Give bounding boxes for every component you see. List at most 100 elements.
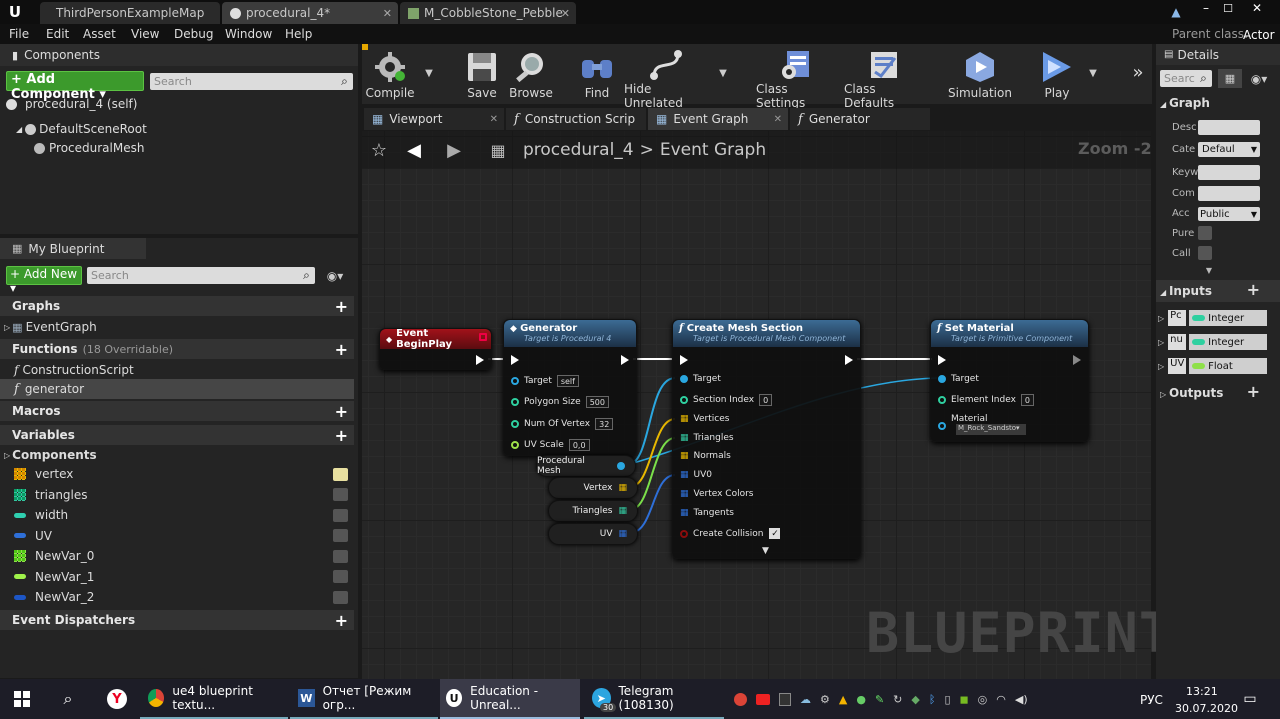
keywords-input[interactable] <box>1198 165 1260 180</box>
start-button[interactable] <box>0 679 44 719</box>
doc-tab-blueprint[interactable]: procedural_4* ✕ <box>222 2 398 24</box>
pin-num-of-vertex[interactable]: Num Of Vertex 32 <box>511 418 614 430</box>
variable-item[interactable]: NewVar_2 <box>0 587 354 607</box>
taskbar-item-word[interactable]: W Отчет [Режим огр... <box>290 679 438 719</box>
function-input-row[interactable]: ▷ Pc Integer <box>1158 309 1278 327</box>
class-defaults-button[interactable]: Class Defaults <box>844 48 924 110</box>
pin-vertices[interactable]: ▦ Vertices <box>680 414 729 424</box>
pin-target[interactable]: Target self <box>511 375 579 387</box>
unreal-logo-icon[interactable]: U <box>6 3 24 21</box>
compile-button[interactable]: Compile <box>365 48 415 102</box>
get-vertex-node[interactable]: Vertex ▦ <box>548 477 638 499</box>
description-input[interactable] <box>1198 120 1260 135</box>
variable-item[interactable]: width <box>0 505 354 525</box>
menu-debug[interactable]: Debug <box>174 27 213 41</box>
browse-button[interactable]: Browse <box>508 48 554 102</box>
visibility-eye-open-icon[interactable] <box>333 467 348 481</box>
minimize-icon[interactable]: – <box>1196 0 1216 16</box>
doc-tab-map[interactable]: ThirdPersonExampleMap <box>40 2 220 24</box>
tab-viewport[interactable]: ▦ Viewport ✕ <box>364 108 504 130</box>
macros-category[interactable]: Macros + <box>0 401 354 421</box>
visibility-eye-closed-icon[interactable] <box>333 570 348 583</box>
visibility-eye-closed-icon[interactable] <box>333 549 348 563</box>
graph-section[interactable]: ◢ Graph <box>1160 96 1210 110</box>
pin-section-index[interactable]: Section Index 0 <box>680 394 773 406</box>
object-pin-dot[interactable] <box>617 462 625 470</box>
pin-material-label[interactable]: Material <box>951 414 988 424</box>
components-search-input[interactable]: Search <box>150 73 353 90</box>
clock-date[interactable]: 30.07.2020 <box>1175 702 1238 715</box>
variable-item[interactable]: NewVar_1 <box>0 567 354 587</box>
app-tray-icon[interactable]: ● <box>856 693 866 706</box>
inputs-section[interactable]: ◢ Inputs + <box>1156 280 1280 302</box>
find-button[interactable]: Find <box>576 48 618 102</box>
delegate-pin[interactable] <box>479 333 487 341</box>
add-graph-plus-icon[interactable]: + <box>335 297 348 316</box>
notification-icon[interactable]: ▲ <box>1168 4 1184 20</box>
pin-vertex-colors[interactable]: ▦ Vertex Colors <box>680 489 754 499</box>
menu-asset[interactable]: Asset <box>83 27 116 41</box>
taskbar-item-telegram[interactable]: ➤ Telegram (108130) <box>584 679 724 719</box>
node-set-material[interactable]: f Set Material Target is Primitive Compo… <box>930 319 1089 442</box>
close-icon[interactable]: ✕ <box>774 114 782 125</box>
menu-edit[interactable]: Edit <box>46 27 69 41</box>
close-icon[interactable]: ✕ <box>561 7 570 20</box>
play-options-chevron-icon[interactable]: ▼ <box>1086 66 1100 80</box>
array-pin-icon[interactable]: ▦ <box>618 506 627 516</box>
play-button[interactable]: Play <box>1034 48 1080 102</box>
input-type-dropdown[interactable]: Float <box>1189 358 1268 374</box>
steam-tray-icon[interactable]: ⚙ <box>820 693 830 706</box>
pin-value[interactable]: self <box>556 375 579 387</box>
visibility-eye-closed-icon[interactable] <box>333 488 348 501</box>
search-taskbar-icon[interactable]: ⌕ <box>50 679 86 719</box>
variable-item[interactable]: triangles <box>0 485 354 505</box>
view-options-eye-icon[interactable]: ◉▾ <box>321 268 349 284</box>
drive-tray-icon[interactable]: ▲ <box>839 693 847 706</box>
array-pin-icon[interactable]: ▦ <box>618 529 627 539</box>
nvidia-tray-icon[interactable]: ◼ <box>960 693 969 706</box>
get-uv-node[interactable]: UV ▦ <box>548 523 638 545</box>
access-dropdown[interactable]: Public ▼ <box>1198 207 1260 221</box>
taskbar-item-chrome[interactable]: ue4 blueprint textu... <box>140 679 288 719</box>
compact-title-input[interactable] <box>1198 186 1260 201</box>
pin-uv-scale[interactable]: UV Scale 0,0 <box>511 439 590 451</box>
function-item-generator[interactable]: f generator <box>0 379 354 399</box>
expand-more-chevron-icon[interactable]: ▼ <box>1202 265 1216 275</box>
pin-triangles[interactable]: ▦ Triangles <box>680 433 734 443</box>
visibility-eye-closed-icon[interactable] <box>333 590 348 604</box>
function-input-row[interactable]: ▷ nu Integer <box>1158 333 1278 351</box>
exec-out-pin[interactable] <box>845 355 853 365</box>
tab-construction-script[interactable]: f Construction Scrip <box>506 108 646 130</box>
event-graph-item[interactable]: ▷ ▦ EventGraph <box>0 317 97 337</box>
exec-in-pin[interactable] <box>511 355 519 365</box>
maximize-icon[interactable]: ☐ <box>1218 0 1238 16</box>
call-checkbox[interactable] <box>1198 246 1212 260</box>
blueprint-search-input[interactable]: Search <box>87 267 315 284</box>
pin-tangents[interactable]: ▦ Tangents <box>680 508 734 518</box>
graphs-category[interactable]: Graphs + <box>0 296 354 316</box>
node-event-begin-play[interactable]: ◆ Event BeginPlay <box>379 328 492 370</box>
compile-options-chevron-icon[interactable]: ▼ <box>422 66 436 80</box>
clock-time[interactable]: 13:21 <box>1186 685 1218 698</box>
outputs-section[interactable]: ▷ Outputs + <box>1156 382 1280 404</box>
get-procedural-mesh-node[interactable]: Procedural Mesh <box>536 455 636 477</box>
get-triangles-node[interactable]: Triangles ▦ <box>548 500 638 522</box>
taskbar-item-unreal[interactable]: U Education - Unreal... <box>440 679 580 719</box>
material-pin-dot[interactable] <box>938 422 946 430</box>
category-dropdown[interactable]: Defaul ▼ <box>1198 142 1260 157</box>
menu-file[interactable]: File <box>9 27 29 41</box>
functions-category[interactable]: Functions (18 Overridable) + <box>0 339 354 359</box>
procedural-mesh-component[interactable]: ProceduralMesh <box>34 141 144 155</box>
exec-out-pin[interactable] <box>621 355 629 365</box>
doc-tab-material[interactable]: M_CobbleStone_Pebble ✕ <box>400 2 576 24</box>
visibility-eye-closed-icon[interactable] <box>333 529 348 542</box>
checkbox-checked-icon[interactable]: ✓ <box>769 528 781 539</box>
pin-normals[interactable]: ▦ Normals <box>680 451 731 461</box>
node-create-mesh-section[interactable]: f Create Mesh Section Target is Procedur… <box>672 319 861 559</box>
wifi-icon[interactable]: ◠ <box>996 693 1006 706</box>
grid-view-icon[interactable]: ▦ <box>1218 69 1242 88</box>
sync-tray-icon[interactable]: ↻ <box>893 693 902 706</box>
material-asset-selector[interactable]: M_Rock_Sandsto▾ <box>956 424 1026 435</box>
chrome-tray-icon[interactable] <box>734 692 747 706</box>
add-output-plus-icon[interactable]: + <box>1247 382 1260 401</box>
